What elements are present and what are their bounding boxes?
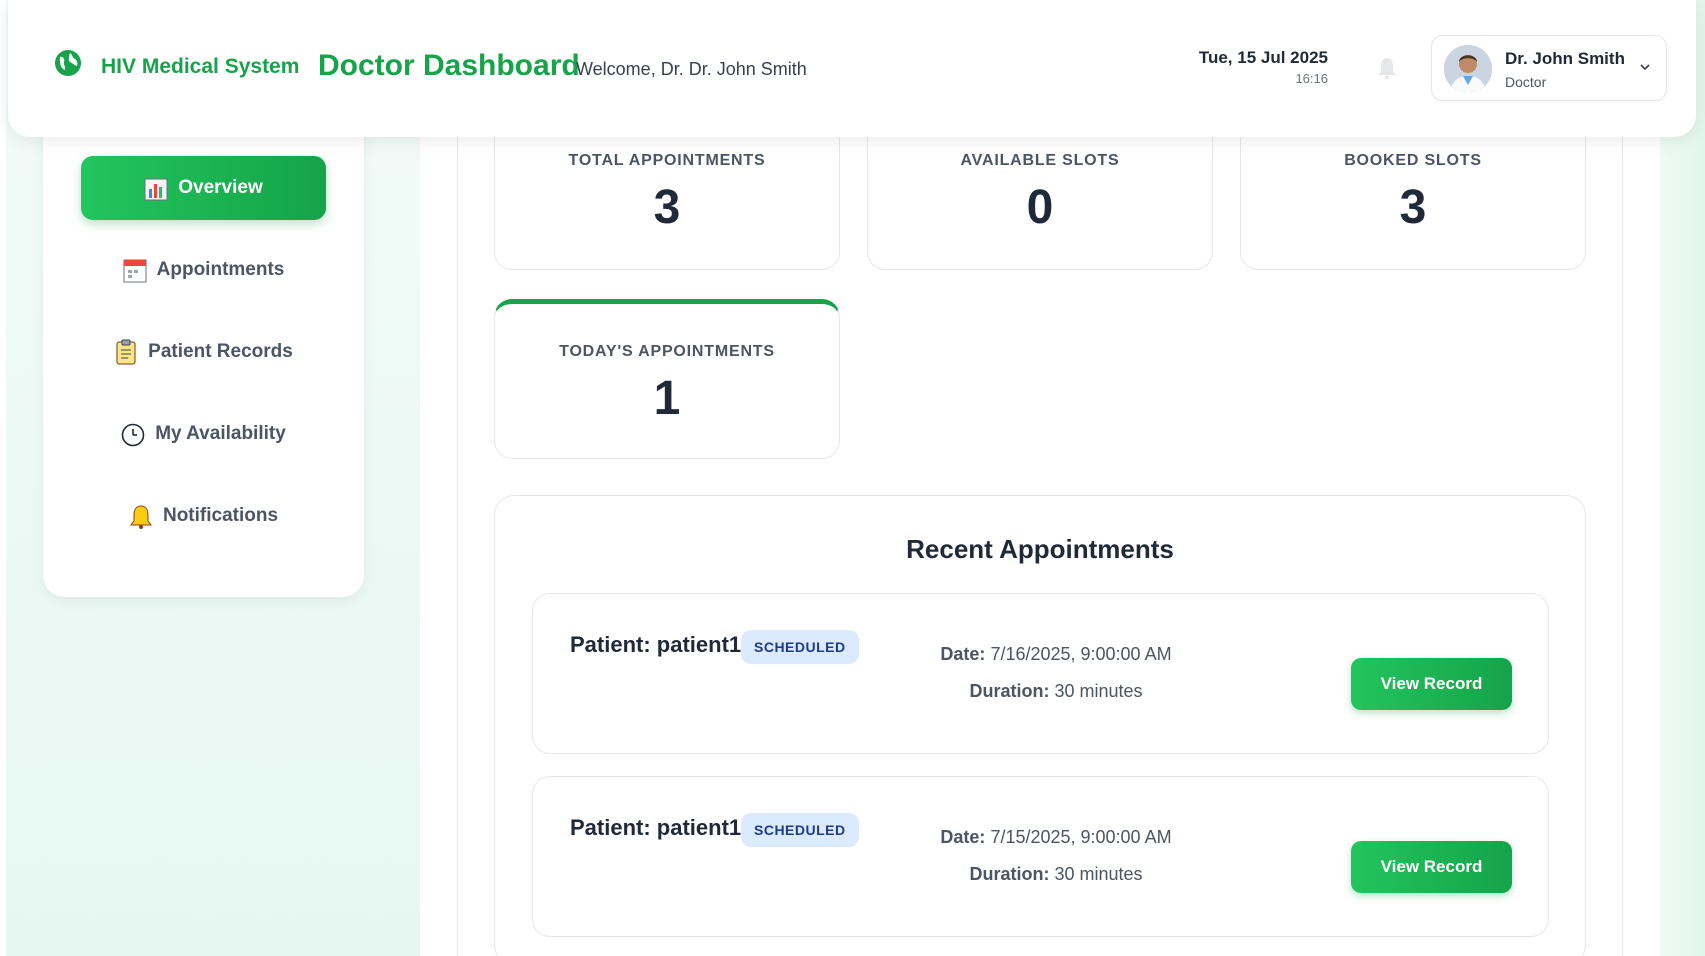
stat-value: 1 (653, 372, 681, 425)
date-value: 7/15/2025, 9:00:00 AM (990, 827, 1172, 847)
user-name: Dr. John Smith (1505, 49, 1625, 68)
appointment-duration: Duration: 30 minutes (933, 681, 1179, 702)
user-menu[interactable]: Dr. John Smith Doctor (1431, 35, 1667, 101)
page-edge (0, 0, 6, 956)
duration-label: Duration: (969, 681, 1050, 701)
stat-label: AVAILABLE SLOTS (960, 152, 1120, 169)
current-time: 16:16 (1295, 71, 1328, 86)
bar-chart-icon (144, 175, 168, 201)
sidebar-item-notifications[interactable]: Notifications (81, 484, 326, 548)
recent-appointments-title: Recent Appointments (906, 534, 1174, 564)
stat-value: 3 (1399, 181, 1427, 234)
appointment-patient: Patient: patient1 (570, 815, 742, 840)
top-header: HIV Medical System Doctor Dashboard Welc… (8, 0, 1696, 137)
sidebar-item-my-availability[interactable]: My Availability (81, 402, 326, 466)
sidebar-item-label: Patient Records (148, 341, 293, 362)
sidebar-item-appointments[interactable]: Appointments (81, 238, 326, 302)
stat-label: TOTAL APPOINTMENTS (568, 152, 766, 169)
chevron-down-icon (1638, 60, 1652, 74)
brand-name: HIV Medical System (101, 55, 300, 78)
page-edge-right (1660, 0, 1705, 956)
stat-value: 0 (1026, 181, 1054, 234)
view-record-button[interactable]: View Record (1351, 841, 1512, 893)
bell-icon (129, 503, 153, 529)
sidebar-item-label: Appointments (156, 259, 285, 280)
clipboard-icon (114, 339, 138, 365)
view-record-button[interactable]: View Record (1351, 658, 1512, 710)
globe-icon (53, 48, 83, 78)
bell-icon[interactable] (1376, 56, 1398, 80)
appointment-date: Date: 7/16/2025, 9:00:00 AM (933, 644, 1179, 665)
sidebar-item-patient-records[interactable]: Patient Records (81, 320, 326, 384)
sidebar-item-overview[interactable]: Overview (81, 156, 326, 220)
sidebar-item-label: My Availability (155, 423, 286, 444)
status-badge: SCHEDULED (741, 813, 859, 847)
stat-label: BOOKED SLOTS (1344, 152, 1482, 169)
date-label: Date: (940, 644, 986, 664)
welcome-message: Welcome, Dr. Dr. John Smith (576, 59, 807, 79)
sidebar: Overview Appointments Patient Records My… (43, 110, 364, 597)
page-title: Doctor Dashboard (318, 49, 580, 82)
date-label: Date: (940, 827, 986, 847)
stat-card-todays-appointments: TODAY'S APPOINTMENTS 1 (494, 299, 840, 459)
current-date: Tue, 15 Jul 2025 (1198, 48, 1328, 67)
appointment-card: Patient: patient1 SCHEDULED Date: 7/15/2… (532, 776, 1549, 937)
user-role: Doctor (1505, 74, 1547, 90)
stat-value: 3 (653, 181, 681, 234)
sidebar-item-label: Notifications (162, 505, 279, 526)
duration-label: Duration: (969, 864, 1050, 884)
status-badge: SCHEDULED (741, 630, 859, 664)
appointment-date: Date: 7/15/2025, 9:00:00 AM (933, 827, 1179, 848)
duration-value: 30 minutes (1054, 864, 1143, 884)
duration-value: 30 minutes (1054, 681, 1143, 701)
avatar (1444, 45, 1492, 93)
date-value: 7/16/2025, 9:00:00 AM (990, 644, 1172, 664)
clock-icon (121, 421, 145, 447)
sidebar-item-label: Overview (178, 177, 263, 198)
appointment-card: Patient: patient1 SCHEDULED Date: 7/16/2… (532, 593, 1549, 754)
appointment-duration: Duration: 30 minutes (933, 864, 1179, 885)
appointment-patient: Patient: patient1 (570, 632, 742, 657)
calendar-icon (123, 257, 147, 283)
stat-label: TODAY'S APPOINTMENTS (559, 343, 775, 360)
recent-appointments-panel: Recent Appointments Patient: patient1 SC… (494, 495, 1586, 956)
